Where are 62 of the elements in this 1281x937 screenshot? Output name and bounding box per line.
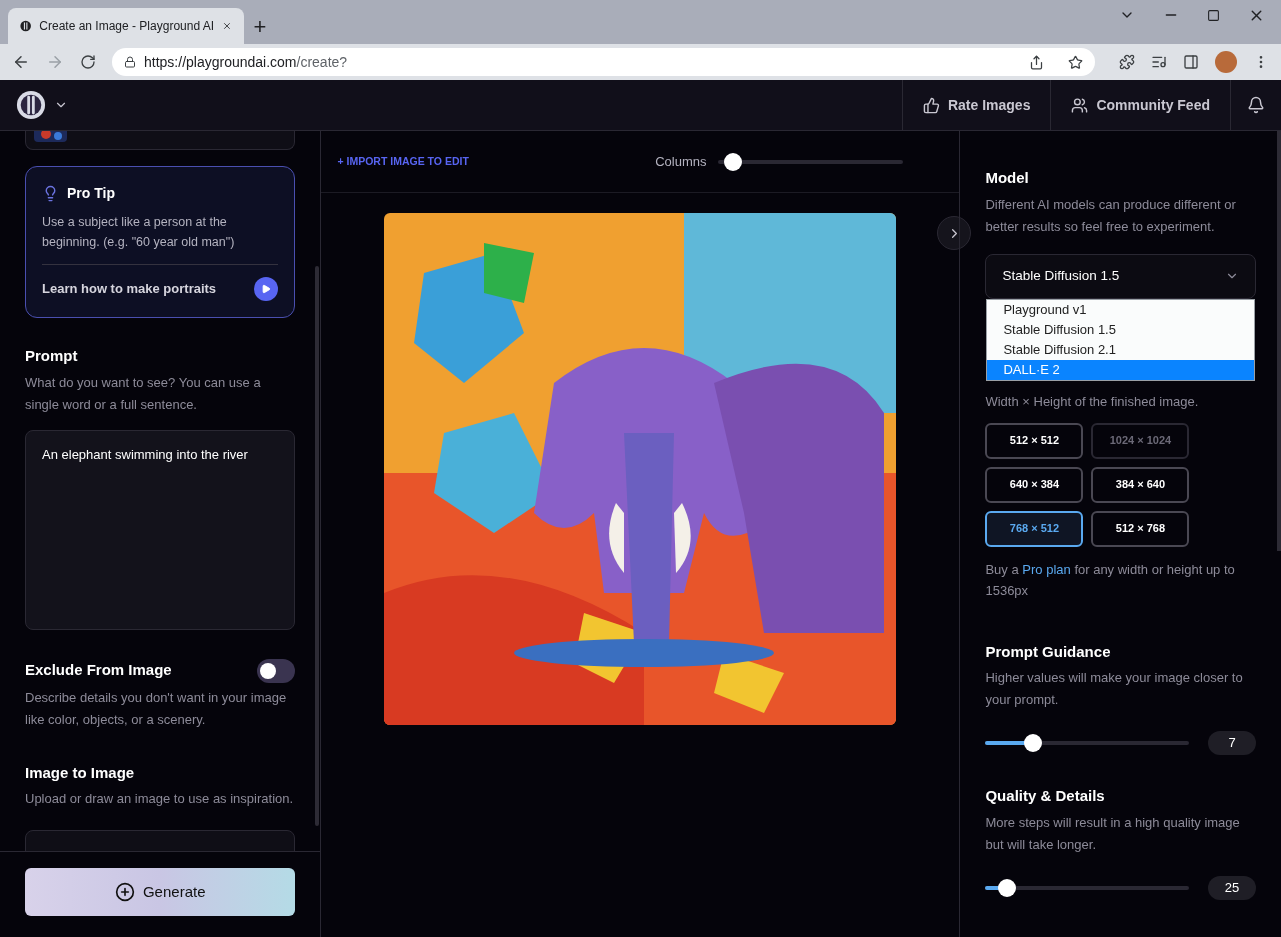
tip-text: Use a subject like a person at the beginning. (e.g. "60 year old man") [42, 214, 236, 251]
size-option[interactable]: 768 × 512 [985, 510, 1084, 547]
media-icon[interactable] [1151, 54, 1167, 70]
section-description: More steps will result in a high quality image but will take longer. [985, 813, 1241, 854]
section-title: Exclude From Image [25, 660, 173, 681]
slider-thumb[interactable] [1024, 734, 1043, 752]
dropdown-option[interactable]: DALL·E 2 [987, 359, 1254, 380]
size-option[interactable]: 512 × 512 [985, 422, 1084, 459]
section-title: Image to Image [25, 762, 136, 783]
thumbs-up-icon [922, 96, 940, 114]
dropdown-option[interactable]: Stable Diffusion 1.5 [987, 319, 1254, 340]
browser-tab[interactable]: Create an Image - Playground AI [8, 8, 244, 44]
dropdown-option[interactable]: Stable Diffusion 2.1 [987, 339, 1254, 360]
section-description: What do you want to see? You can use a single word or a full sentence. [25, 373, 262, 414]
size-option[interactable]: 512 × 768 [1091, 510, 1190, 547]
nav-link[interactable]: Rate Images [901, 80, 1051, 130]
columns-slider-thumb[interactable] [723, 152, 742, 171]
columns-label: Columns [655, 152, 707, 171]
side-panel-icon[interactable] [1183, 54, 1199, 70]
section-title: Quality & Details [985, 786, 1106, 806]
logo-icon [16, 90, 46, 120]
play-icon [261, 284, 272, 294]
plus-circle-icon [114, 882, 135, 902]
section-description: Upload or draw an image to use as inspiration. [25, 790, 295, 808]
tip-title: Pro Tip [67, 184, 115, 203]
address-bar[interactable]: https://playgroundai.com/create? [112, 48, 1095, 76]
back-icon[interactable] [12, 53, 30, 71]
size-option[interactable]: 640 × 384 [985, 466, 1084, 503]
section-description: Higher values will make your image closer to your prompt. [985, 669, 1244, 709]
bell-icon[interactable] [1247, 96, 1265, 114]
play-button[interactable] [254, 277, 279, 301]
section-description: Width × Height of the finished image. [985, 392, 1200, 411]
reload-icon[interactable] [80, 54, 96, 70]
profile-avatar[interactable] [1215, 51, 1237, 73]
people-icon [1071, 96, 1089, 114]
lock-icon [124, 56, 136, 68]
star-icon[interactable] [1068, 54, 1083, 70]
puzzle-icon[interactable] [1119, 54, 1135, 70]
section-description: Different AI models can produce different or better results so feel free to experiment. [985, 195, 1237, 236]
value-readout: 7 [1208, 731, 1256, 755]
new-tab-button[interactable]: + [244, 8, 276, 44]
maximize-icon[interactable] [1207, 8, 1220, 22]
section-title: Model [985, 168, 1030, 188]
section-title: Prompt [25, 346, 79, 366]
pro-plan-link[interactable]: Pro plan [1022, 561, 1071, 577]
dropdown-option[interactable]: Playground v1 [987, 299, 1254, 320]
model-select[interactable]: Stable Diffusion 1.5 [985, 253, 1256, 299]
share-icon[interactable] [1029, 54, 1044, 70]
section-title: Prompt Guidance [985, 641, 1112, 662]
portrait-guide-link[interactable]: Learn how to make portraits [42, 279, 255, 299]
generate-button[interactable]: Generate [25, 868, 296, 916]
prompt-field[interactable]: An elephant swimming into the river [25, 429, 296, 630]
logo-icon [20, 18, 32, 34]
recent-card[interactable] [25, 131, 296, 150]
toggle-switch[interactable] [257, 658, 296, 683]
slider-thumb[interactable] [998, 878, 1017, 897]
section-description: Describe details you don't want in your image like color, objects, or a scenery. [25, 688, 288, 729]
value-readout: 25 [1208, 875, 1256, 900]
nav-link[interactable]: Community Feed [1050, 80, 1230, 130]
pro-plan-note: Buy a Pro plan for any width or height up to 1536px [985, 560, 1236, 600]
import-image-link[interactable]: + IMPORT IMAGE TO EDIT [337, 153, 469, 170]
size-option[interactable]: 384 × 640 [1091, 466, 1190, 503]
